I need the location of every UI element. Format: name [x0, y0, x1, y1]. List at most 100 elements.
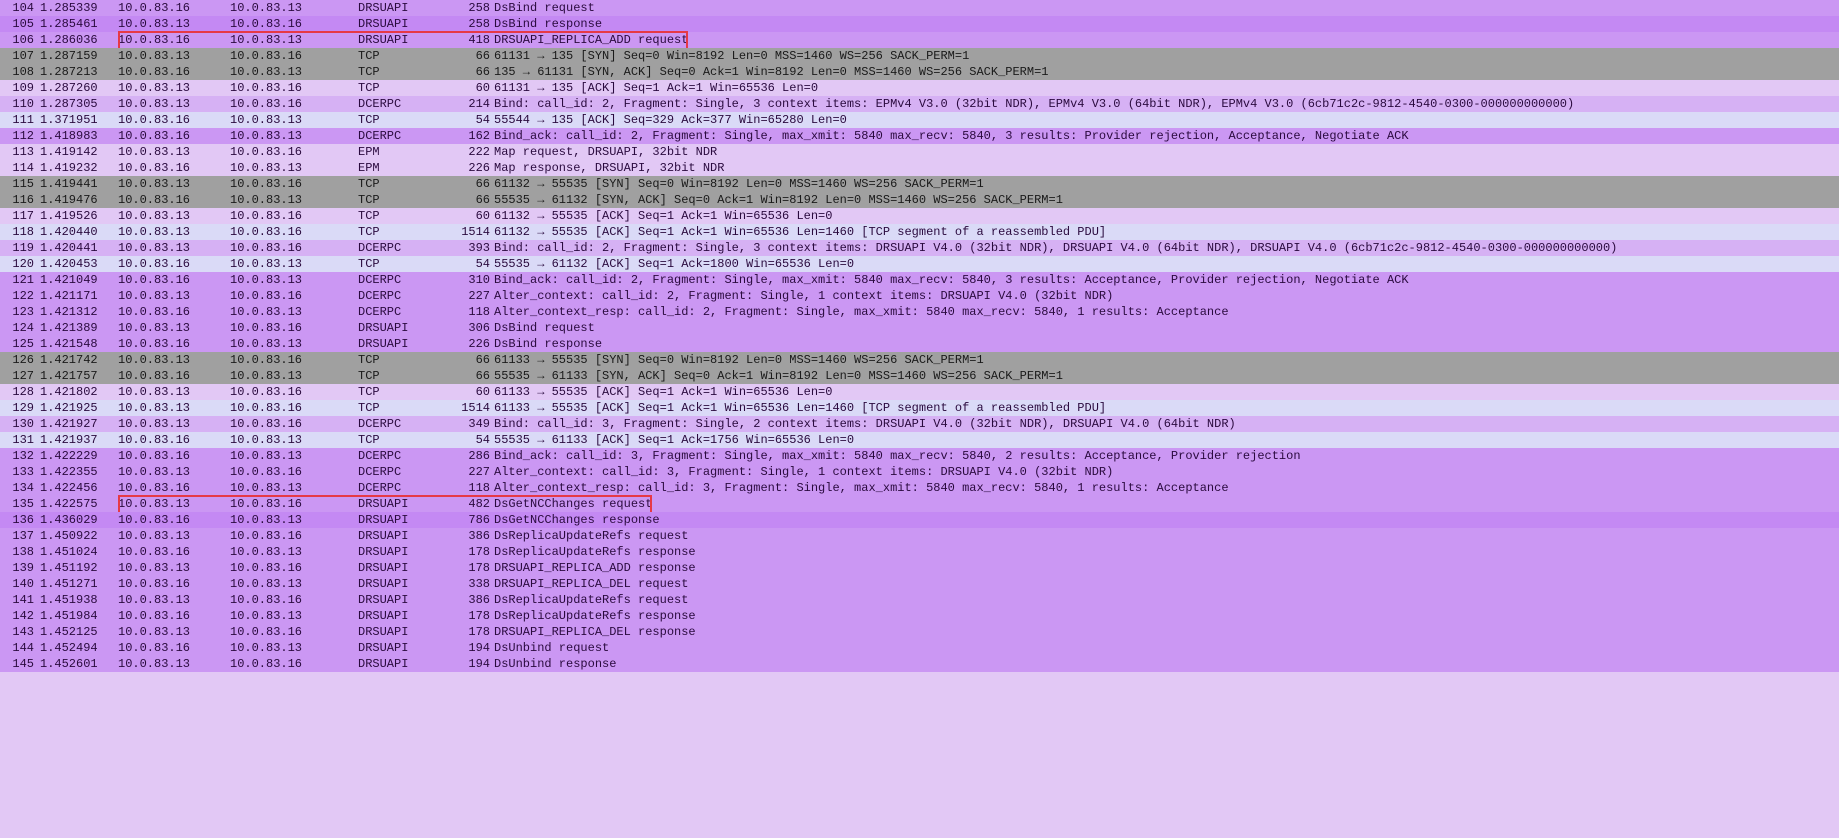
col-time: 1.286036 — [40, 32, 118, 48]
packet-row[interactable]: 1371.45092210.0.83.1310.0.83.16DRSUAPI38… — [0, 528, 1839, 544]
col-no: 121 — [4, 272, 40, 288]
col-no: 108 — [4, 64, 40, 80]
col-protocol: TCP — [358, 48, 456, 64]
packet-row[interactable]: 1361.43602910.0.83.1610.0.83.13DRSUAPI78… — [0, 512, 1839, 528]
packet-row[interactable]: 1441.45249410.0.83.1610.0.83.13DRSUAPI19… — [0, 640, 1839, 656]
packet-row[interactable]: 1181.42044010.0.83.1310.0.83.16TCP151461… — [0, 224, 1839, 240]
col-protocol: DRSUAPI — [358, 656, 456, 672]
col-no: 120 — [4, 256, 40, 272]
col-source: 10.0.83.16 — [118, 368, 230, 384]
packet-row[interactable]: 1171.41952610.0.83.1310.0.83.16TCP606113… — [0, 208, 1839, 224]
packet-row[interactable]: 1151.41944110.0.83.1310.0.83.16TCP666113… — [0, 176, 1839, 192]
col-info: 61133 → 55535 [SYN] Seq=0 Win=8192 Len=0… — [494, 352, 1835, 368]
packet-row[interactable]: 1251.42154810.0.83.1610.0.83.13DRSUAPI22… — [0, 336, 1839, 352]
packet-row[interactable]: 1381.45102410.0.83.1610.0.83.13DRSUAPI17… — [0, 544, 1839, 560]
packet-row[interactable]: 1141.41923210.0.83.1610.0.83.13EPM226Map… — [0, 160, 1839, 176]
packet-row[interactable]: 1231.42131210.0.83.1610.0.83.13DCERPC118… — [0, 304, 1839, 320]
col-length: 1514 — [456, 400, 494, 416]
col-length: 60 — [456, 384, 494, 400]
col-destination: 10.0.83.16 — [230, 144, 358, 160]
packet-row[interactable]: 1221.42117110.0.83.1310.0.83.16DCERPC227… — [0, 288, 1839, 304]
packet-row[interactable]: 1191.42044110.0.83.1310.0.83.16DCERPC393… — [0, 240, 1839, 256]
packet-row[interactable]: 1201.42045310.0.83.1610.0.83.13TCP545553… — [0, 256, 1839, 272]
col-info: 61131 → 135 [SYN] Seq=0 Win=8192 Len=0 M… — [494, 48, 1835, 64]
col-no: 122 — [4, 288, 40, 304]
col-no: 132 — [4, 448, 40, 464]
packet-row[interactable]: 1351.42257510.0.83.1310.0.83.16DRSUAPI48… — [0, 496, 1839, 512]
col-time: 1.451938 — [40, 592, 118, 608]
packet-row[interactable]: 1241.42138910.0.83.1310.0.83.16DRSUAPI30… — [0, 320, 1839, 336]
col-time: 1.422229 — [40, 448, 118, 464]
packet-row[interactable]: 1301.42192710.0.83.1310.0.83.16DCERPC349… — [0, 416, 1839, 432]
packet-row[interactable]: 1411.45193810.0.83.1310.0.83.16DRSUAPI38… — [0, 592, 1839, 608]
packet-row[interactable]: 1451.45260110.0.83.1310.0.83.16DRSUAPI19… — [0, 656, 1839, 672]
col-source: 10.0.83.16 — [118, 304, 230, 320]
packet-row[interactable]: 1131.41914210.0.83.1310.0.83.16EPM222Map… — [0, 144, 1839, 160]
col-info: Map response, DRSUAPI, 32bit NDR — [494, 160, 1835, 176]
packet-row[interactable]: 1401.45127110.0.83.1610.0.83.13DRSUAPI33… — [0, 576, 1839, 592]
packet-row[interactable]: 1341.42245610.0.83.1610.0.83.13DCERPC118… — [0, 480, 1839, 496]
col-no: 130 — [4, 416, 40, 432]
col-destination: 10.0.83.16 — [230, 288, 358, 304]
col-length: 66 — [456, 368, 494, 384]
packet-row[interactable]: 1421.45198410.0.83.1610.0.83.13DRSUAPI17… — [0, 608, 1839, 624]
col-time: 1.451271 — [40, 576, 118, 592]
packet-row[interactable]: 1091.28726010.0.83.1310.0.83.16TCP606113… — [0, 80, 1839, 96]
col-source: 10.0.83.13 — [118, 144, 230, 160]
col-source: 10.0.83.13 — [118, 288, 230, 304]
col-info: DRSUAPI_REPLICA_ADD response — [494, 560, 1835, 576]
col-info: DsUnbind request — [494, 640, 1835, 656]
col-length: 178 — [456, 560, 494, 576]
packet-row[interactable]: 1331.42235510.0.83.1310.0.83.16DCERPC227… — [0, 464, 1839, 480]
col-protocol: DCERPC — [358, 464, 456, 480]
col-length: 194 — [456, 640, 494, 656]
packet-row[interactable]: 1111.37195110.0.83.1610.0.83.13TCP545554… — [0, 112, 1839, 128]
col-protocol: DCERPC — [358, 448, 456, 464]
packet-row[interactable]: 1051.28546110.0.83.1310.0.83.16DRSUAPI25… — [0, 16, 1839, 32]
col-no: 139 — [4, 560, 40, 576]
packet-row[interactable]: 1041.28533910.0.83.1610.0.83.13DRSUAPI25… — [0, 0, 1839, 16]
packet-row[interactable]: 1431.45212510.0.83.1310.0.83.16DRSUAPI17… — [0, 624, 1839, 640]
col-no: 113 — [4, 144, 40, 160]
col-no: 141 — [4, 592, 40, 608]
col-destination: 10.0.83.13 — [230, 112, 358, 128]
col-length: 178 — [456, 608, 494, 624]
packet-row[interactable]: 1261.42174210.0.83.1310.0.83.16TCP666113… — [0, 352, 1839, 368]
col-protocol: TCP — [358, 224, 456, 240]
col-info: Bind_ack: call_id: 2, Fragment: Single, … — [494, 128, 1835, 144]
col-time: 1.436029 — [40, 512, 118, 528]
packet-list[interactable]: 1041.28533910.0.83.1610.0.83.13DRSUAPI25… — [0, 0, 1839, 672]
packet-row[interactable]: 1291.42192510.0.83.1310.0.83.16TCP151461… — [0, 400, 1839, 416]
packet-row[interactable]: 1311.42193710.0.83.1610.0.83.13TCP545553… — [0, 432, 1839, 448]
col-no: 125 — [4, 336, 40, 352]
col-length: 226 — [456, 336, 494, 352]
col-no: 143 — [4, 624, 40, 640]
packet-row[interactable]: 1061.28603610.0.83.1610.0.83.13DRSUAPI41… — [0, 32, 1839, 48]
col-info: Alter_context: call_id: 3, Fragment: Sin… — [494, 464, 1835, 480]
packet-row[interactable]: 1081.28721310.0.83.1610.0.83.13TCP66135 … — [0, 64, 1839, 80]
col-source: 10.0.83.16 — [118, 32, 230, 48]
col-time: 1.420440 — [40, 224, 118, 240]
col-source: 10.0.83.16 — [118, 128, 230, 144]
col-no: 116 — [4, 192, 40, 208]
col-source: 10.0.83.13 — [118, 352, 230, 368]
col-destination: 10.0.83.13 — [230, 160, 358, 176]
packet-row[interactable]: 1101.28730510.0.83.1310.0.83.16DCERPC214… — [0, 96, 1839, 112]
col-info: Alter_context_resp: call_id: 3, Fragment… — [494, 480, 1835, 496]
col-source: 10.0.83.13 — [118, 416, 230, 432]
packet-row[interactable]: 1071.28715910.0.83.1310.0.83.16TCP666113… — [0, 48, 1839, 64]
col-no: 142 — [4, 608, 40, 624]
packet-row[interactable]: 1121.41898310.0.83.1610.0.83.13DCERPC162… — [0, 128, 1839, 144]
packet-row[interactable]: 1211.42104910.0.83.1610.0.83.13DCERPC310… — [0, 272, 1839, 288]
col-protocol: TCP — [358, 368, 456, 384]
packet-row[interactable]: 1281.42180210.0.83.1310.0.83.16TCP606113… — [0, 384, 1839, 400]
col-protocol: DRSUAPI — [358, 496, 456, 512]
packet-row[interactable]: 1161.41947610.0.83.1610.0.83.13TCP665553… — [0, 192, 1839, 208]
col-info: 55535 → 61133 [ACK] Seq=1 Ack=1756 Win=6… — [494, 432, 1835, 448]
packet-row[interactable]: 1321.42222910.0.83.1610.0.83.13DCERPC286… — [0, 448, 1839, 464]
col-protocol: DRSUAPI — [358, 576, 456, 592]
col-protocol: TCP — [358, 64, 456, 80]
packet-row[interactable]: 1391.45119210.0.83.1310.0.83.16DRSUAPI17… — [0, 560, 1839, 576]
packet-row[interactable]: 1271.42175710.0.83.1610.0.83.13TCP665553… — [0, 368, 1839, 384]
col-no: 131 — [4, 432, 40, 448]
